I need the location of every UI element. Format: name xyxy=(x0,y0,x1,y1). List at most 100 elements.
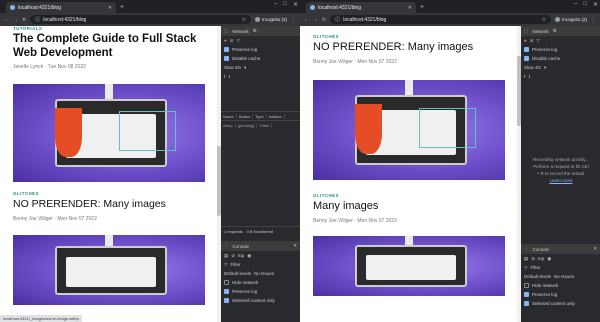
sidebar-toggle-icon[interactable]: ▤ xyxy=(224,253,228,259)
record-icon[interactable]: ● xyxy=(224,38,227,43)
forward-icon[interactable]: → xyxy=(313,17,318,23)
menu-icon[interactable]: ⋮ xyxy=(291,17,296,23)
post-title[interactable]: NO PRERENDER: Many images xyxy=(313,41,505,54)
clear-console-icon[interactable]: ⊘ xyxy=(531,256,535,262)
preserve-log-console-row[interactable]: Preserve log xyxy=(221,287,300,296)
download-icon[interactable]: ⭳ xyxy=(529,73,531,81)
reload-icon[interactable]: ✕ xyxy=(22,17,26,23)
disable-cache-checkbox[interactable] xyxy=(524,56,529,61)
record-icon[interactable]: ● xyxy=(524,38,527,43)
disable-cache-row[interactable]: Disable cache xyxy=(221,54,300,63)
post-title[interactable]: NO PRERENDER: Many images xyxy=(13,198,205,211)
filter-input[interactable]: Filter xyxy=(230,262,240,267)
address-bar[interactable]: ⓘ localhost:4321/blog ☆ xyxy=(330,15,551,24)
post-card[interactable]: GLITCHES NO PRERENDER: Many images Benny… xyxy=(313,34,505,296)
col-status[interactable]: Status xyxy=(237,113,254,119)
site-info-icon[interactable]: ⓘ xyxy=(335,16,340,23)
browser-tab[interactable]: localhost:4321/blog ✕ xyxy=(6,2,116,13)
throttle-select[interactable]: Slow 4G ▾ xyxy=(521,63,600,72)
post-image[interactable] xyxy=(313,236,505,296)
preserve-log-row[interactable]: Preserve log xyxy=(221,45,300,54)
minimize-icon[interactable]: – xyxy=(274,1,277,8)
console-filter[interactable]: ▽ Filter xyxy=(221,260,300,269)
close-drawer-icon[interactable]: ✕ xyxy=(293,243,297,249)
preserve-log-checkbox[interactable] xyxy=(224,47,229,52)
drawer-menu-icon[interactable]: ⋮ xyxy=(524,246,529,252)
disable-cache-checkbox[interactable] xyxy=(224,56,229,61)
close-tab-icon[interactable]: ✕ xyxy=(108,5,112,11)
eye-icon[interactable]: ◉ xyxy=(247,253,251,259)
browser-tab[interactable]: localhost:4321/blog ✕ xyxy=(306,2,416,13)
devtools-tab-network[interactable]: Network xyxy=(232,29,249,34)
download-icon[interactable]: ⭳ xyxy=(229,73,231,81)
console-tab[interactable]: Console xyxy=(533,247,550,252)
context-select[interactable]: top xyxy=(538,256,544,261)
post-card[interactable]: TUTORIALS The Complete Guide to Full Sta… xyxy=(13,26,205,305)
menu-icon[interactable]: ⋮ xyxy=(591,17,596,23)
eye-icon[interactable]: ◉ xyxy=(547,256,551,262)
close-window-icon[interactable]: ✕ xyxy=(593,1,598,8)
post-title[interactable]: Many images xyxy=(313,200,505,213)
throttle-select[interactable]: Slow 4G ▾ xyxy=(221,63,300,72)
bookmark-star-icon[interactable]: ☆ xyxy=(242,17,246,23)
default-levels-select[interactable]: Default levels xyxy=(224,271,251,276)
preserve-log-console-checkbox[interactable] xyxy=(224,289,229,294)
settings-gear-icon[interactable]: ⚙ xyxy=(253,28,257,34)
close-tab-icon[interactable]: ✕ xyxy=(408,5,412,11)
network-row[interactable]: webp (pending) Other xyxy=(221,121,300,130)
console-filter[interactable]: ▽ Filter xyxy=(521,263,600,272)
incognito-badge[interactable]: Incognito (2) xyxy=(254,17,287,22)
maximize-icon[interactable]: □ xyxy=(283,1,287,8)
post-title[interactable]: The Complete Guide to Full Stack Web Dev… xyxy=(13,32,205,60)
clear-icon[interactable]: ⊘ xyxy=(230,38,234,44)
minimize-icon[interactable]: – xyxy=(574,1,577,8)
upload-icon[interactable]: ⭱ xyxy=(224,73,226,81)
hide-network-row[interactable]: Hide network xyxy=(221,278,300,287)
console-tab[interactable]: Console xyxy=(233,244,250,249)
settings-gear-icon[interactable]: ⚙ xyxy=(553,28,557,34)
back-icon[interactable]: ← xyxy=(4,17,9,23)
console-drawer-header[interactable]: ⋮ Console ✕ xyxy=(221,241,300,251)
sidebar-toggle-icon[interactable]: ▤ xyxy=(524,256,528,262)
preserve-log-console-checkbox[interactable] xyxy=(524,292,529,297)
back-icon[interactable]: ← xyxy=(304,17,309,23)
preserve-log-row[interactable]: Preserve log xyxy=(521,45,600,54)
selected-context-row[interactable]: Selected context only xyxy=(221,296,300,305)
filter-icon[interactable]: ▽ xyxy=(537,38,540,44)
site-info-icon[interactable]: ⓘ xyxy=(35,16,40,23)
inspect-icon[interactable]: ⬚ xyxy=(224,28,228,34)
col-type[interactable]: Type xyxy=(253,113,267,119)
col-initiator[interactable]: Initiator xyxy=(267,113,285,119)
reload-icon[interactable]: ↻ xyxy=(322,17,326,23)
post-image[interactable] xyxy=(313,80,505,180)
hide-network-checkbox[interactable] xyxy=(524,283,529,288)
new-tab-icon[interactable]: + xyxy=(420,2,424,13)
col-name[interactable]: Name xyxy=(221,113,237,119)
bookmark-star-icon[interactable]: ☆ xyxy=(542,17,546,23)
default-levels-select[interactable]: Default levels xyxy=(524,274,551,279)
new-tab-icon[interactable]: + xyxy=(120,2,124,13)
selected-context-row[interactable]: Selected context only xyxy=(521,299,600,308)
selected-context-checkbox[interactable] xyxy=(224,298,229,303)
disable-cache-row[interactable]: Disable cache xyxy=(521,54,600,63)
devtools-tab-network[interactable]: Network xyxy=(532,29,549,34)
filter-input[interactable]: Filter xyxy=(530,265,540,270)
close-drawer-icon[interactable]: ✕ xyxy=(593,246,597,252)
console-drawer-header[interactable]: ⋮ Console ✕ xyxy=(521,244,600,254)
context-select[interactable]: top xyxy=(238,253,244,258)
incognito-badge[interactable]: Incognito (2) xyxy=(554,17,587,22)
maximize-icon[interactable]: □ xyxy=(583,1,587,8)
post-image[interactable] xyxy=(13,235,205,305)
address-bar[interactable]: ⓘ localhost:4321/blog ☆ xyxy=(30,15,251,24)
post-image[interactable] xyxy=(13,84,205,182)
hide-network-row[interactable]: Hide network xyxy=(521,281,600,290)
selected-context-checkbox[interactable] xyxy=(524,301,529,306)
inspect-icon[interactable]: ⬚ xyxy=(524,28,528,34)
close-window-icon[interactable]: ✕ xyxy=(293,1,298,8)
drawer-menu-icon[interactable]: ⋮ xyxy=(224,243,229,249)
learn-more-link[interactable]: Learn more xyxy=(525,177,597,184)
clear-console-icon[interactable]: ⊘ xyxy=(231,253,235,259)
hide-network-checkbox[interactable] xyxy=(224,280,229,285)
upload-icon[interactable]: ⭱ xyxy=(524,73,526,81)
preserve-log-console-row[interactable]: Preserve log xyxy=(521,290,600,299)
